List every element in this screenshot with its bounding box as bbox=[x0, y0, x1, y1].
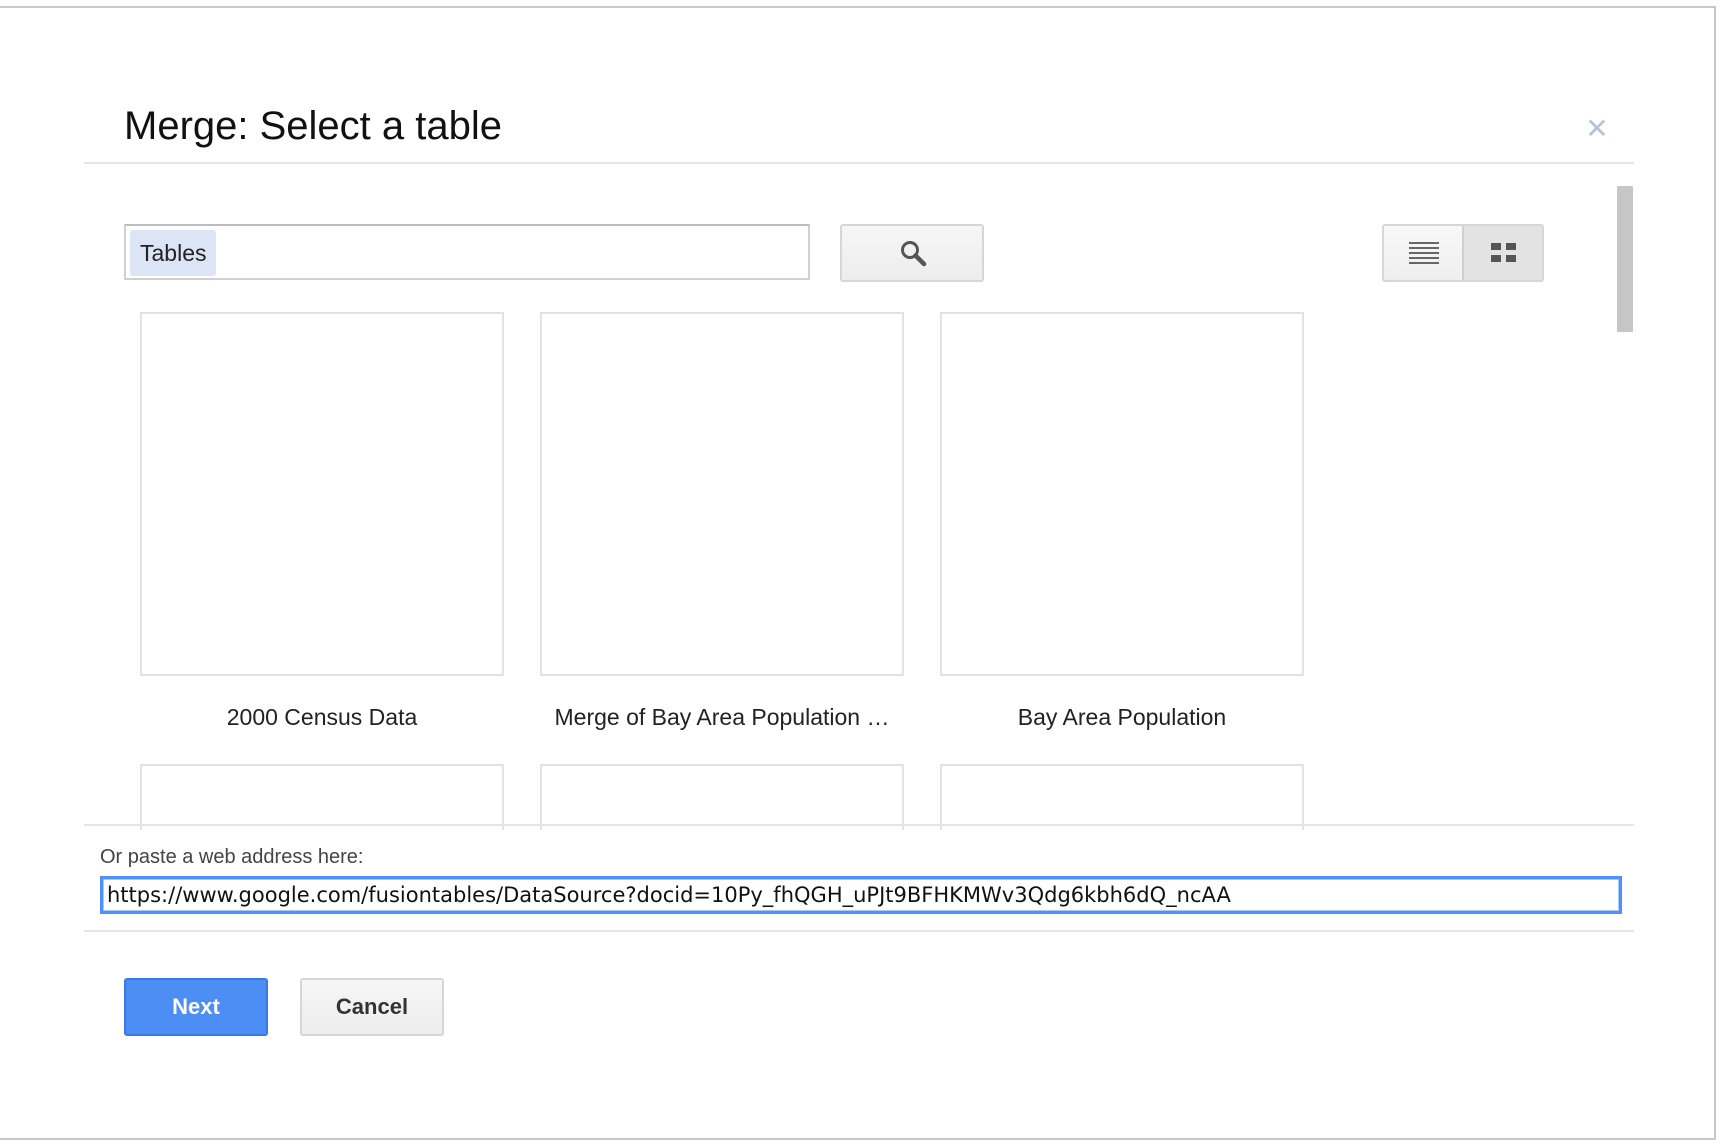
url-input[interactable] bbox=[100, 876, 1622, 914]
table-tile[interactable] bbox=[540, 764, 904, 830]
table-thumbnail bbox=[140, 312, 504, 676]
table-tile[interactable] bbox=[140, 764, 504, 830]
table-thumbnail bbox=[140, 764, 504, 830]
search-input[interactable]: Tables bbox=[124, 224, 810, 280]
table-title: 2000 Census Data bbox=[226, 704, 418, 730]
list-view-icon bbox=[1409, 242, 1439, 264]
dialog-title: Merge: Select a table bbox=[124, 104, 502, 148]
table-tile[interactable]: Merge of Bay Area Population … bbox=[540, 312, 904, 730]
table-tile[interactable]: 2000 Census Data bbox=[140, 312, 504, 730]
search-filter-chip[interactable]: Tables bbox=[130, 230, 217, 276]
footer-divider bbox=[84, 930, 1634, 932]
table-thumbnail bbox=[540, 764, 904, 830]
scrollbar-thumb[interactable] bbox=[1617, 186, 1633, 332]
grid-view-icon bbox=[1491, 243, 1516, 262]
next-button[interactable]: Next bbox=[124, 978, 268, 1036]
header-divider bbox=[84, 162, 1634, 164]
table-thumbnail bbox=[540, 312, 904, 676]
search-button[interactable] bbox=[840, 224, 984, 282]
table-thumbnail bbox=[940, 312, 1304, 676]
grid-view-button[interactable] bbox=[1462, 226, 1542, 280]
table-title: Bay Area Population bbox=[1017, 704, 1227, 730]
table-tile[interactable] bbox=[940, 764, 1304, 830]
view-toggle bbox=[1382, 224, 1544, 282]
search-icon bbox=[901, 241, 927, 267]
cancel-button[interactable]: Cancel bbox=[300, 978, 444, 1036]
table-thumbnail bbox=[940, 764, 1304, 830]
table-title: Merge of Bay Area Population … bbox=[554, 704, 890, 730]
url-field-label: Or paste a web address here: bbox=[100, 846, 364, 868]
list-view-button[interactable] bbox=[1384, 226, 1462, 280]
table-tile[interactable]: Bay Area Population bbox=[940, 312, 1304, 730]
merge-dialog: Merge: Select a table ✕ Tables 2000 Cens… bbox=[0, 6, 1716, 1140]
table-grid: 2000 Census Data Merge of Bay Area Popul… bbox=[84, 304, 1614, 830]
close-icon[interactable]: ✕ bbox=[1584, 115, 1610, 143]
grid-divider bbox=[84, 824, 1634, 826]
